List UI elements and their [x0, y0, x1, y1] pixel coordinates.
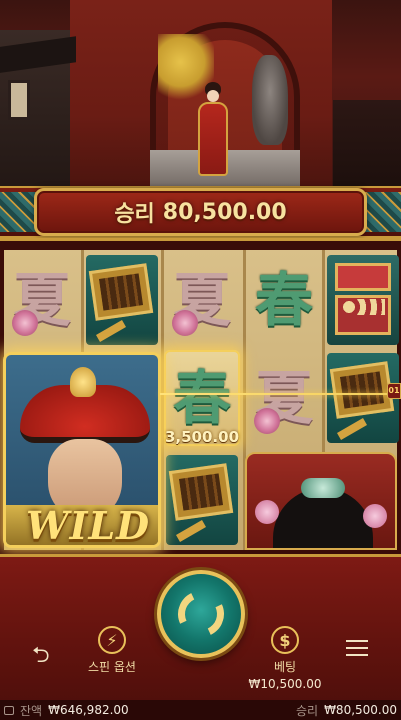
empress-character — [196, 78, 230, 176]
symbol-summer: 夏 — [12, 266, 71, 336]
payline-marker: 01 — [387, 383, 401, 399]
palace-background — [0, 0, 401, 192]
pavilion-right — [333, 100, 401, 192]
symbol-consort — [245, 452, 397, 550]
wild-symbol: WILD — [3, 352, 161, 548]
symbol-summer: 夏 — [172, 266, 231, 336]
coin-icon: $ — [271, 626, 299, 654]
bet-button[interactable]: $ 베팅 — [271, 626, 299, 675]
win-banner: 승리 80,500.00 — [34, 188, 367, 236]
win-banner-amount: 80,500.00 — [162, 199, 287, 225]
symbol-abacus-box — [164, 452, 240, 548]
footer-win-label: 승리 — [295, 703, 319, 718]
status-footer: 잔액 ₩646,982.00 승리 ₩80,500.00 — [0, 700, 401, 720]
garden-rock — [252, 55, 288, 145]
bet-value: ₩10,500.00 — [248, 677, 322, 691]
banner-ornament-left — [0, 192, 38, 232]
back-arrow-icon[interactable]: ⮌ — [32, 638, 50, 676]
menu-icon[interactable] — [346, 640, 368, 656]
spin-button[interactable] — [157, 570, 245, 658]
win-banner-label: 승리 — [114, 202, 155, 227]
footer-win-value: ₩80,500.00 — [324, 703, 397, 717]
lantern-icon — [8, 80, 30, 120]
symbol-abacus-box — [84, 252, 160, 348]
spin-options-button[interactable]: ⚡ 스핀 옵션 — [88, 626, 136, 675]
banner-ornament-right — [363, 192, 401, 232]
wallet-icon — [4, 705, 14, 715]
crown-jewel-icon — [70, 367, 96, 397]
wild-label: WILD — [26, 503, 151, 548]
balance-label: 잔액 — [20, 703, 43, 718]
pavilion-left — [0, 30, 76, 192]
spin-arrows-icon — [171, 584, 231, 644]
payline — [160, 393, 392, 395]
balance-value: ₩646,982.00 — [48, 703, 129, 717]
bet-label: 베팅 — [273, 660, 297, 674]
lightning-icon: ⚡ — [97, 626, 126, 654]
symbol-food-chest — [325, 252, 401, 348]
symbol-win-amount: 3,500.00 — [164, 428, 240, 446]
symbol-summer: 夏 — [254, 364, 313, 434]
symbol-spring: 春 — [254, 266, 313, 334]
spin-options-label: 스핀 옵션 — [88, 660, 136, 674]
